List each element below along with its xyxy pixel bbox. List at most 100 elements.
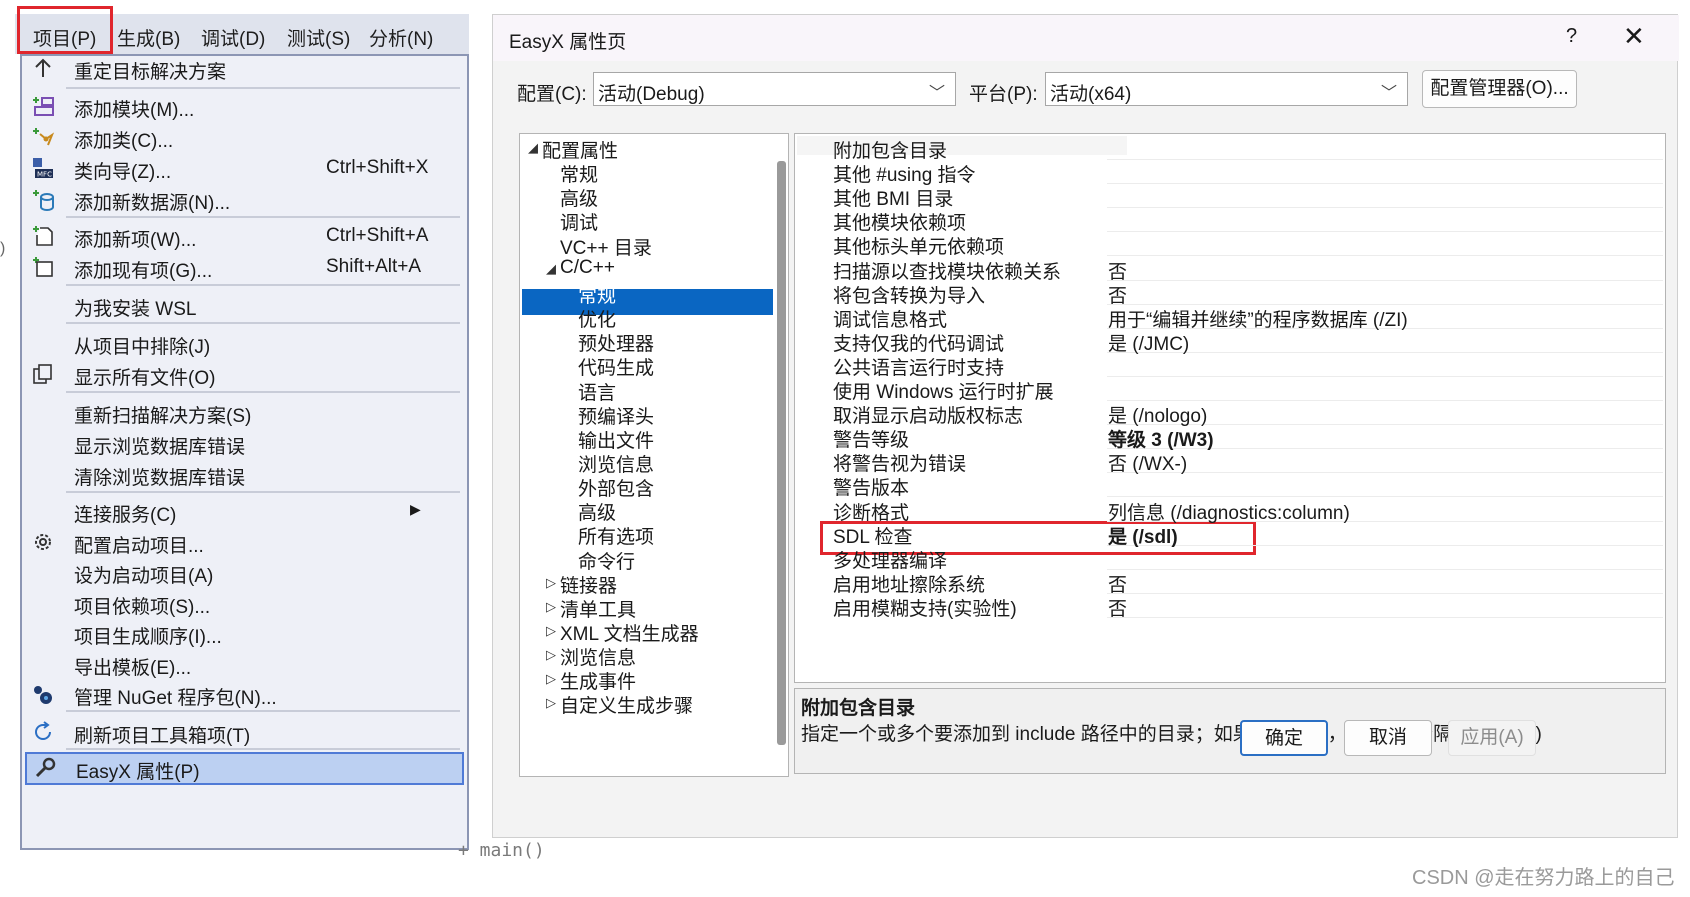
menu-debug[interactable]: 调试(D)	[201, 24, 265, 51]
collapse-triangle-icon[interactable]: ▷	[546, 695, 556, 711]
tree-node[interactable]: 生成事件	[560, 667, 636, 694]
tree-node[interactable]: 链接器	[560, 571, 617, 598]
menu-item-refresh-toolbox[interactable]: 刷新项目工具箱项(T)	[22, 716, 467, 748]
menu-item-install-wsl[interactable]: 为我安装 WSL	[22, 289, 467, 321]
menu-item-show-browse-db-errors[interactable]: 显示浏览数据库错误	[22, 427, 467, 459]
menu-item-manage-nuget[interactable]: 管理 NuGet 程序包(N)...	[22, 678, 467, 710]
collapse-triangle-icon[interactable]: ▷	[546, 599, 556, 615]
apply-button[interactable]: 应用(A)	[1448, 720, 1536, 756]
property-name[interactable]: 启用地址擦除系统	[833, 570, 985, 597]
property-name[interactable]: 多处理器编译	[833, 546, 947, 573]
config-select[interactable]: 活动(Debug) ﹀	[593, 72, 956, 106]
tree-node[interactable]: 优化	[578, 305, 616, 332]
property-name[interactable]: 其他标头单元依赖项	[833, 232, 1004, 259]
collapse-triangle-icon[interactable]: ▷	[546, 671, 556, 687]
property-name[interactable]: 启用模糊支持(实验性)	[833, 594, 1017, 621]
property-value[interactable]: 列信息 (/diagnostics:column)	[1108, 498, 1350, 525]
property-value[interactable]: 是 (/nologo)	[1108, 401, 1207, 428]
property-name[interactable]: 诊断格式	[833, 498, 909, 525]
help-icon[interactable]: ?	[1566, 25, 1577, 48]
cancel-button[interactable]: 取消	[1344, 720, 1432, 756]
menu-item-rescan-solution[interactable]: 重新扫描解决方案(S)	[22, 396, 467, 428]
menu-build[interactable]: 生成(B)	[117, 24, 180, 51]
property-value[interactable]: 否	[1108, 594, 1127, 621]
menu-item-set-startup[interactable]: 设为启动项目(A)	[22, 556, 467, 588]
expand-triangle-icon[interactable]: ◢	[528, 140, 538, 156]
property-name[interactable]: 其他模块依赖项	[833, 208, 966, 235]
property-name[interactable]: 扫描源以查找模块依赖关系	[833, 257, 1061, 284]
menu-item-build-order[interactable]: 项目生成顺序(I)...	[22, 617, 467, 649]
tree-node[interactable]: 常规	[578, 281, 616, 308]
tree-node[interactable]: 常规	[560, 160, 598, 187]
property-name[interactable]: SDL 检查	[833, 522, 913, 549]
property-value[interactable]: 否	[1108, 570, 1127, 597]
menu-item-add-class[interactable]: 添加类(C)...	[22, 121, 467, 153]
property-value[interactable]: 等级 3 (/W3)	[1108, 425, 1214, 452]
tree-node[interactable]: 命令行	[578, 547, 635, 574]
property-value[interactable]: 用于“编辑并继续”的程序数据库 (/ZI)	[1108, 305, 1408, 332]
property-name[interactable]: 取消显示启动版权标志	[833, 401, 1023, 428]
menu-item-export-template[interactable]: 导出模板(E)...	[22, 648, 467, 680]
property-value[interactable]: 否 (/WX-)	[1108, 449, 1187, 476]
tree-node[interactable]: 自定义生成步骤	[560, 691, 693, 718]
ok-button[interactable]: 确定	[1240, 720, 1328, 756]
tree-node[interactable]: 预处理器	[578, 329, 654, 356]
property-name[interactable]: 将警告视为错误	[833, 449, 966, 476]
collapse-triangle-icon[interactable]: ▷	[546, 623, 556, 639]
property-name[interactable]: 公共语言运行时支持	[833, 353, 1004, 380]
tree-node[interactable]: 调试	[560, 208, 598, 235]
menu-item-show-all-files[interactable]: 显示所有文件(O)	[22, 358, 467, 390]
property-value[interactable]: 否	[1108, 281, 1127, 308]
menu-item-easyx-properties[interactable]: EasyX 属性(P)	[25, 752, 464, 785]
menu-item-retarget-solution[interactable]: 重定目标解决方案	[22, 52, 467, 84]
property-name[interactable]: 其他 #using 指令	[833, 160, 976, 187]
tree-node[interactable]: 预编译头	[578, 402, 654, 429]
expand-triangle-icon[interactable]: ◢	[546, 261, 556, 277]
collapse-triangle-icon[interactable]: ▷	[546, 575, 556, 591]
property-name[interactable]: 其他 BMI 目录	[833, 184, 953, 211]
close-icon[interactable]: ✕	[1623, 21, 1645, 52]
property-value[interactable]: 是 (/JMC)	[1108, 329, 1189, 356]
menu-analyze[interactable]: 分析(N)	[369, 24, 433, 51]
tree-node[interactable]: 输出文件	[578, 426, 654, 453]
menu-item-add-existing-item[interactable]: 添加现有项(G)... Shift+Alt+A	[22, 251, 467, 283]
row-divider	[1107, 255, 1663, 257]
menu-test[interactable]: 测试(S)	[287, 24, 350, 51]
menu-item-add-datasource[interactable]: 添加新数据源(N)...	[22, 183, 467, 215]
property-value[interactable]: 是 (/sdl)	[1108, 522, 1178, 549]
tree-node[interactable]: 外部包含	[578, 474, 654, 501]
tree-scrollbar[interactable]	[777, 161, 786, 745]
tree-node[interactable]: XML 文档生成器	[560, 619, 699, 646]
property-name[interactable]: 使用 Windows 运行时扩展	[833, 377, 1054, 404]
config-manager-button[interactable]: 配置管理器(O)...	[1422, 70, 1577, 108]
tree-node[interactable]: 浏览信息	[560, 643, 636, 670]
tree-node[interactable]: 浏览信息	[578, 450, 654, 477]
property-name[interactable]: 警告等级	[833, 425, 909, 452]
tree-node[interactable]: C/C++	[560, 257, 615, 279]
tree-node[interactable]: 高级	[560, 184, 598, 211]
property-name[interactable]: 调试信息格式	[833, 305, 947, 332]
tree-node[interactable]: 语言	[578, 378, 616, 405]
property-name[interactable]: 支持仅我的代码调试	[833, 329, 1004, 356]
row-divider	[1107, 159, 1663, 160]
property-value[interactable]: 否	[1108, 257, 1127, 284]
platform-select[interactable]: 活动(x64) ﹀	[1045, 72, 1408, 106]
tree-node[interactable]: VC++ 目录	[560, 233, 652, 260]
menu-item-add-new-item[interactable]: 添加新项(W)... Ctrl+Shift+A	[22, 220, 467, 252]
menu-item-connected-services[interactable]: 连接服务(C) ▶	[22, 495, 467, 527]
menu-item-project-dependencies[interactable]: 项目依赖项(S)...	[22, 587, 467, 619]
tree-node[interactable]: 配置属性	[542, 136, 618, 163]
menu-item-class-wizard[interactable]: MFC 类向导(Z)... Ctrl+Shift+X	[22, 152, 467, 184]
property-name[interactable]: 附加包含目录	[833, 136, 947, 163]
tree-node[interactable]: 高级	[578, 498, 616, 525]
menu-item-clear-browse-db-errors[interactable]: 清除浏览数据库错误	[22, 458, 467, 490]
property-name[interactable]: 警告版本	[833, 473, 909, 500]
collapse-triangle-icon[interactable]: ▷	[546, 647, 556, 663]
tree-node[interactable]: 代码生成	[578, 353, 654, 380]
property-name[interactable]: 将包含转换为导入	[833, 281, 985, 308]
menu-item-add-module[interactable]: 添加模块(M)...	[22, 90, 467, 122]
menu-item-configure-startup[interactable]: 配置启动项目...	[22, 526, 467, 558]
tree-node[interactable]: 清单工具	[560, 595, 636, 622]
menu-item-exclude-from-project[interactable]: 从项目中排除(J)	[22, 327, 467, 359]
tree-node[interactable]: 所有选项	[578, 522, 654, 549]
